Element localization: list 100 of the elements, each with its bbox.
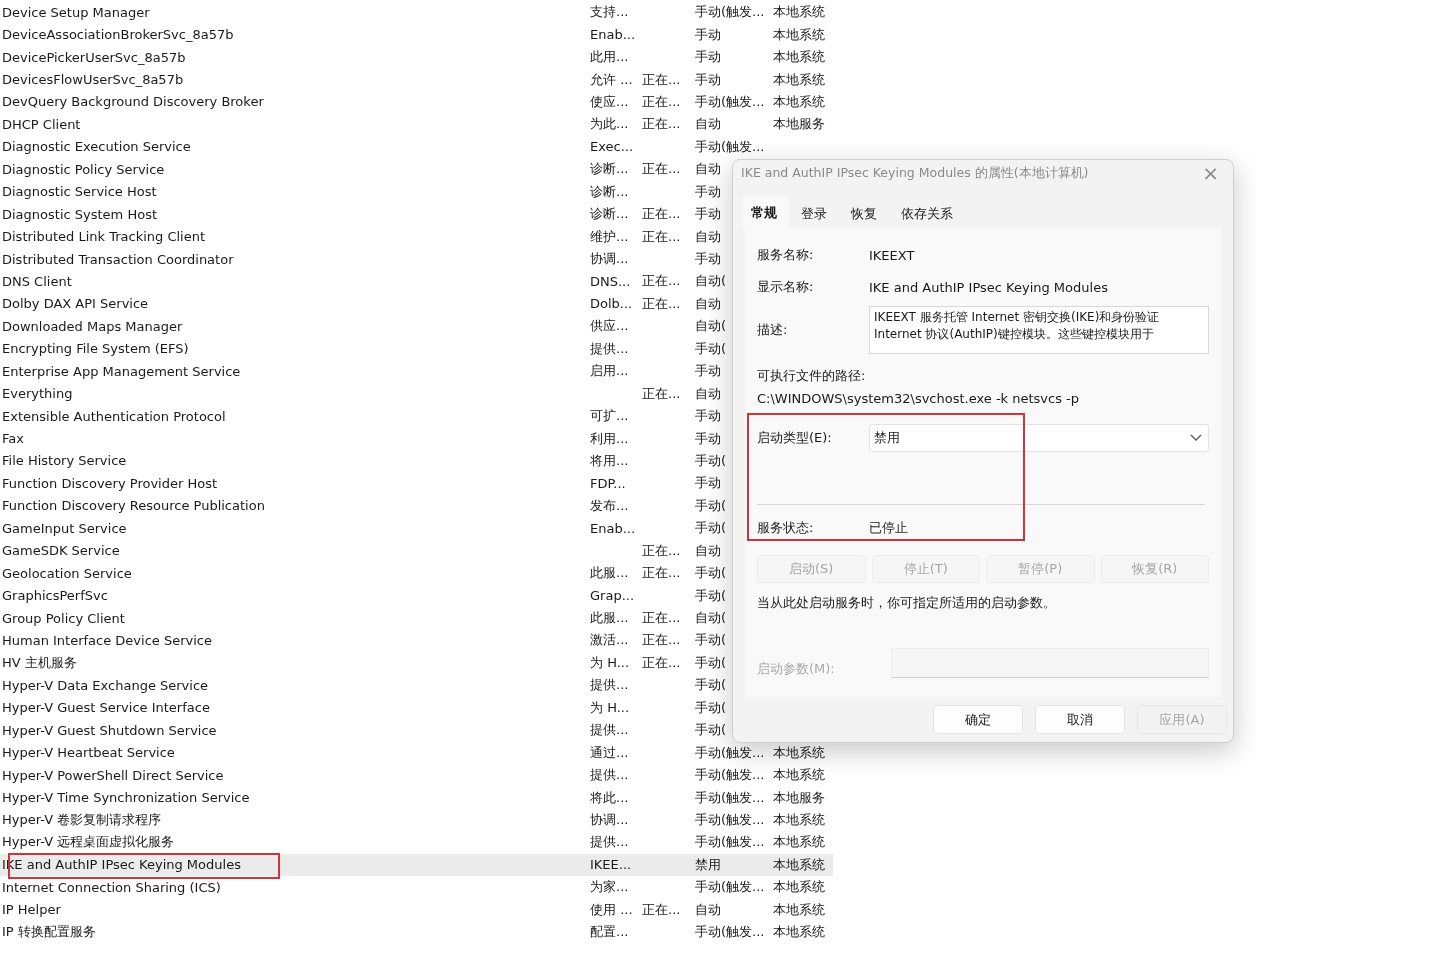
- service-logon: 本地系统: [773, 92, 825, 111]
- service-startup-type: 禁用: [695, 855, 721, 874]
- field-value: IKEEXT: [869, 247, 916, 263]
- dialog-title: IKE and AuthIP IPsec Keying Modules 的属性(本地计算机): [741, 164, 1089, 182]
- service-startup-type: 手动(: [695, 586, 727, 605]
- service-description: 提供...: [590, 766, 629, 785]
- service-description: 提供...: [590, 339, 629, 358]
- dialog-button[interactable]: 取消: [1035, 705, 1125, 734]
- service-row[interactable]: Hyper-V Heartbeat Service 通过... 手动(触发... 本地系统: [0, 741, 833, 764]
- service-logon: 本地系统: [773, 833, 825, 852]
- service-row[interactable]: Internet Connection Sharing (ICS) 为家... 手动(触发... 本地系统: [0, 876, 833, 899]
- service-status: 正在...: [642, 92, 681, 111]
- service-startup-type: 手动(触发...: [695, 743, 765, 762]
- service-description: 为 H...: [590, 653, 630, 672]
- service-startup-type: 手动: [695, 250, 721, 269]
- service-row[interactable]: Hyper-V PowerShell Direct Service 提供... 手动(触发... 本地系统: [0, 763, 833, 787]
- field-label: 可执行文件的路径:: [757, 367, 867, 385]
- service-row[interactable]: Device Setup Manager 支持... 手动(触发... 本地系统: [0, 1, 833, 24]
- service-startup-type: 手动(触发...: [695, 788, 765, 807]
- service-description: 提供...: [590, 833, 629, 852]
- service-row[interactable]: DevicePickerUserSvc_8a57b 此用... 手动 本地系统: [0, 45, 833, 69]
- service-startup-type: 手动(触发...: [695, 878, 765, 897]
- service-row[interactable]: Hyper-V 远程桌面虚拟化服务 提供... 手动(触发... 本地系统: [0, 831, 833, 854]
- service-startup-type: 自动: [695, 160, 721, 179]
- service-row[interactable]: IP Helper 使用 ... 正在... 自动 本地系统: [0, 898, 833, 921]
- service-logon: 本地系统: [773, 70, 825, 89]
- service-name: Hyper-V Heartbeat Service: [2, 745, 175, 761]
- startup-type-select[interactable]: 禁用: [869, 424, 1209, 452]
- service-description: 使用 ...: [590, 900, 633, 919]
- service-row[interactable]: Diagnostic Execution Service Exec... 手动(触发...: [0, 135, 833, 159]
- dialog-button[interactable]: 确定: [933, 705, 1023, 734]
- service-name: Hyper-V Guest Shutdown Service: [2, 722, 217, 738]
- tab[interactable]: 恢复: [843, 199, 889, 229]
- service-startup-type: 手动(: [695, 564, 727, 583]
- service-startup-type: 自动: [695, 115, 721, 134]
- service-startup-type: 手动(: [695, 721, 727, 740]
- service-status: 正在...: [642, 294, 681, 313]
- service-row[interactable]: IP 转换配置服务 配置... 手动(触发... 本地系统: [0, 920, 833, 944]
- service-startup-type: 自动: [695, 541, 721, 560]
- service-description: DNS...: [590, 273, 631, 289]
- service-name: HV 主机服务: [2, 653, 77, 672]
- service-name: DevQuery Background Discovery Broker: [2, 94, 264, 110]
- field-label: 服务状态:: [757, 519, 815, 537]
- service-row[interactable]: DevQuery Background Discovery Broker 使应... 正在... 手动(触发... 本地系统: [0, 90, 833, 114]
- description-box[interactable]: IKEEXT 服务托管 Internet 密钥交换(IKE)和身份验证 Internet 协议(AuthIP)键控模块。这些键控模块用于: [869, 306, 1209, 354]
- service-startup-type: 自动(: [695, 272, 727, 291]
- service-name: Hyper-V 卷影复制请求程序: [2, 810, 162, 829]
- service-status: 正在...: [642, 160, 681, 179]
- service-description: Grap...: [590, 588, 635, 604]
- service-name: Function Discovery Provider Host: [2, 475, 218, 491]
- service-logon: 本地系统: [773, 900, 825, 919]
- tab[interactable]: 常规: [743, 196, 789, 229]
- service-status: 正在...: [642, 384, 681, 403]
- service-description: 为家...: [590, 878, 629, 897]
- service-startup-type: 手动(触发...: [695, 766, 765, 785]
- field-label: 启动类型(E):: [757, 429, 833, 447]
- service-name: DevicesFlowUserSvc_8a57b: [2, 72, 184, 88]
- service-name: Encrypting File System (EFS): [2, 341, 189, 357]
- service-startup-type: 手动: [695, 362, 721, 381]
- field-label: 服务名称:: [757, 246, 815, 264]
- hint-text: 当从此处启动服务时，你可指定所适用的启动参数。: [757, 595, 1057, 612]
- service-startup-type: 手动(: [695, 339, 727, 358]
- service-startup-type: 手动(触发...: [695, 3, 765, 22]
- service-description: 利用...: [590, 429, 629, 448]
- service-row[interactable]: DHCP Client 为此... 正在... 自动 本地服务: [0, 113, 833, 136]
- service-status: 正在...: [642, 564, 681, 583]
- service-startup-type: 手动(触发...: [695, 923, 765, 942]
- service-description: Enab...: [590, 27, 636, 43]
- service-name: Distributed Link Tracking Client: [2, 229, 206, 245]
- service-startup-type: 手动(触发...: [695, 833, 765, 852]
- service-startup-type: 手动(触发...: [695, 137, 765, 156]
- tab[interactable]: 登录: [793, 199, 839, 229]
- service-description: 为 H...: [590, 698, 630, 717]
- service-row[interactable]: DeviceAssociationBrokerSvc_8a57b Enab... 手动 本地系统: [0, 23, 833, 46]
- service-name: Distributed Transaction Coordinator: [2, 251, 234, 267]
- service-startup-type: 自动: [695, 294, 721, 313]
- service-status: 正在...: [642, 900, 681, 919]
- service-description: Dolb...: [590, 296, 633, 312]
- service-startup-type: 手动(: [695, 653, 727, 672]
- service-description: IKEE...: [590, 857, 632, 873]
- service-startup-type: 手动(触发...: [695, 92, 765, 111]
- service-description: 此服...: [590, 609, 629, 628]
- service-name: File History Service: [2, 453, 127, 469]
- tab[interactable]: 依存关系: [893, 199, 965, 229]
- service-startup-type: 手动: [695, 48, 721, 67]
- service-logon: 本地系统: [773, 855, 825, 874]
- field-value: 已停止: [869, 519, 909, 537]
- service-name: GameInput Service: [2, 520, 127, 536]
- service-description: 允许 ...: [590, 70, 633, 89]
- service-name: DHCP Client: [2, 116, 81, 132]
- service-row[interactable]: Hyper-V Time Synchronization Service 将此... 手动(触发... 本地服务: [0, 786, 833, 809]
- service-startup-type: 手动(: [695, 496, 727, 515]
- service-status: 正在...: [642, 227, 681, 246]
- service-row[interactable]: Hyper-V 卷影复制请求程序 协调... 手动(触发... 本地系统: [0, 808, 833, 832]
- service-status: 正在...: [642, 205, 681, 224]
- service-description: 使应...: [590, 92, 629, 111]
- service-name: Fax: [2, 431, 24, 447]
- service-logon: 本地系统: [773, 810, 825, 829]
- service-description: 诊断...: [590, 182, 629, 201]
- service-row[interactable]: DevicesFlowUserSvc_8a57b 允许 ... 正在... 手动 本地系统: [0, 68, 833, 91]
